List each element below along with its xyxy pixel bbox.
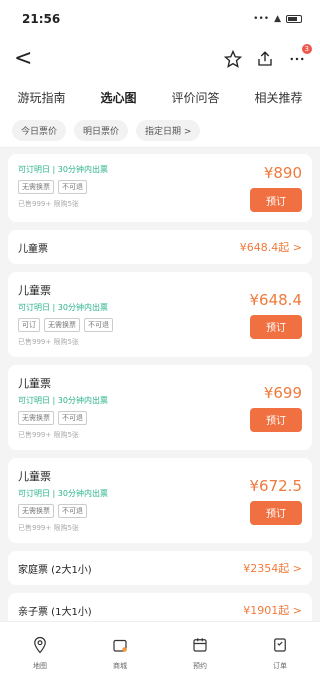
availability-text: 可订明日 | 30分钟内出票 — [18, 303, 108, 312]
ticket-tag: 可订 — [18, 318, 40, 332]
share-icon[interactable] — [256, 50, 274, 68]
tab-reviews[interactable]: 评价问答 — [165, 83, 225, 112]
bottom-nav-reserve[interactable]: 预约 — [191, 636, 209, 671]
availability-text: 可订明日 | 30分钟内出票 — [18, 396, 108, 405]
ticket-type-label: 亲子票 (1大1小) — [18, 606, 92, 618]
calendar-icon — [191, 636, 209, 658]
ticket-tag: 无需换票 — [18, 180, 54, 194]
signal-icon: ••• — [253, 14, 270, 24]
sales-meta: 已售999+ 限购5张 — [18, 524, 79, 532]
wifi-icon: ▲ — [274, 14, 281, 24]
bottom-nav-label: 商城 — [113, 662, 127, 670]
more-button[interactable]: 3 — [288, 44, 312, 68]
ticket-tag: 不可退 — [58, 180, 87, 194]
shop-icon — [111, 636, 129, 658]
notification-badge: 3 — [301, 44, 312, 54]
bottom-nav-orders[interactable]: 订单 — [271, 636, 289, 671]
order-icon — [271, 636, 289, 658]
ticket-type-price: ¥1901起 > — [243, 604, 302, 617]
bottom-nav-label: 订单 — [273, 662, 287, 670]
ticket-tag: 不可退 — [58, 504, 87, 518]
ticket-card: 可订明日 | 30分钟内出票 无需换票 不可退 已售999+ 限购5张 ¥890… — [8, 154, 312, 222]
ticket-card: 儿童票 可订明日 | 30分钟内出票 可订 无需换票 不可退 已售999+ 限购… — [8, 272, 312, 357]
ticket-name: 儿童票 — [18, 284, 51, 297]
book-button[interactable]: 预订 — [250, 314, 302, 339]
ticket-name: 儿童票 — [18, 377, 51, 390]
sales-meta: 已售999+ 限购5张 — [18, 431, 79, 439]
bottom-nav-mall[interactable]: 商城 — [111, 636, 129, 671]
filter-date[interactable]: 指定日期 > — [136, 120, 201, 141]
ticket-price: ¥890 — [263, 164, 302, 182]
ticket-card: 儿童票 可订明日 | 30分钟内出票 无需换票 不可退 已售999+ 限购5张 … — [8, 365, 312, 450]
bottom-nav-label: 地图 — [33, 662, 47, 670]
ticket-type-price: ¥2354起 > — [243, 562, 302, 575]
bottom-nav-map[interactable]: 地图 — [31, 636, 49, 671]
bottom-nav-label: 预约 — [193, 662, 207, 670]
ticket-tag: 无需换票 — [18, 504, 54, 518]
ticket-type-label: 家庭票 (2大1小) — [18, 564, 92, 576]
top-nav: < 3 — [0, 38, 320, 80]
ticket-card: 儿童票 可订明日 | 30分钟内出票 无需换票 不可退 已售999+ 限购5张 … — [8, 458, 312, 543]
ticket-list: 可订明日 | 30分钟内出票 无需换票 不可退 已售999+ 限购5张 ¥890… — [0, 148, 320, 627]
availability-text: 可订明日 | 30分钟内出票 — [18, 165, 108, 174]
tab-selected[interactable]: 选心图 — [94, 83, 142, 112]
tab-guide[interactable]: 游玩指南 — [11, 83, 71, 112]
star-icon[interactable] — [224, 50, 242, 68]
tab-related[interactable]: 相关推荐 — [248, 83, 308, 112]
tab-bar: 游玩指南 选心图 评价问答 相关推荐 — [0, 80, 320, 114]
filter-tomorrow[interactable]: 明日票价 — [74, 120, 129, 141]
date-filters: 今日票价 明日票价 指定日期 > — [0, 114, 320, 148]
book-button[interactable]: 预订 — [250, 500, 302, 525]
back-button[interactable]: < — [14, 48, 32, 70]
ticket-tag: 不可退 — [84, 318, 113, 332]
nav-actions: 3 — [224, 44, 312, 68]
ticket-type-row[interactable]: 家庭票 (2大1小) ¥2354起 > — [8, 551, 312, 585]
ticket-price: ¥699 — [263, 383, 302, 402]
ticket-tag: 无需换票 — [44, 318, 80, 332]
sales-meta: 已售999+ 限购5张 — [18, 200, 79, 208]
ticket-name: 儿童票 — [18, 470, 51, 483]
location-pin-icon — [31, 636, 49, 658]
ticket-price: ¥672.5 — [249, 476, 303, 495]
book-button[interactable]: 预订 — [250, 188, 302, 212]
battery-icon — [286, 15, 302, 23]
status-bar: 21:56 ••• ▲ — [0, 0, 320, 38]
ticket-price: ¥648.4 — [249, 290, 303, 309]
filter-today[interactable]: 今日票价 — [12, 120, 67, 141]
status-icons: ••• ▲ — [253, 14, 302, 24]
ticket-type-price: ¥648.4起 > — [239, 241, 302, 254]
ticket-type-label: 儿童票 — [18, 243, 48, 255]
ticket-tag: 无需换票 — [18, 411, 54, 425]
bottom-nav: 地图 商城 预约 订单 — [0, 621, 320, 685]
status-time: 21:56 — [22, 12, 61, 26]
sales-meta: 已售999+ 限购5张 — [18, 338, 79, 346]
ticket-tag: 不可退 — [58, 411, 87, 425]
availability-text: 可订明日 | 30分钟内出票 — [18, 489, 108, 498]
book-button[interactable]: 预订 — [250, 407, 302, 432]
ticket-type-row[interactable]: 儿童票 ¥648.4起 > — [8, 230, 312, 264]
